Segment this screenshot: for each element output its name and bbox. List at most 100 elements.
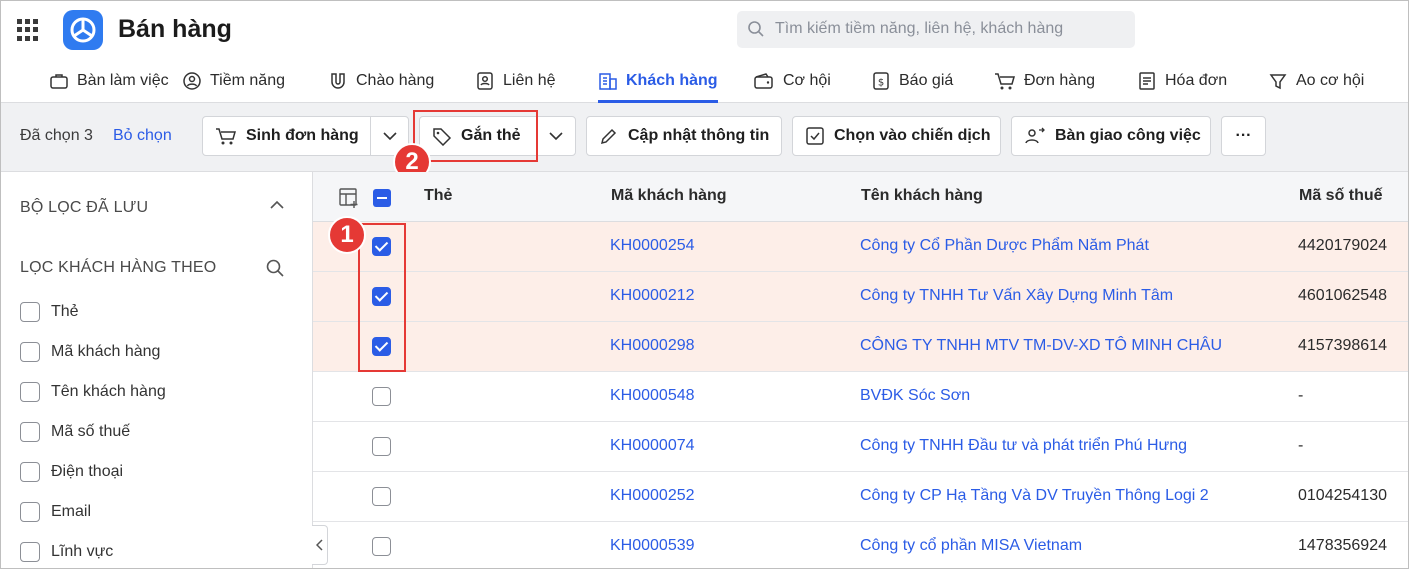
col-tax[interactable]: Mã số thuế xyxy=(1299,187,1383,205)
filter-checkbox[interactable] xyxy=(20,382,40,402)
cell-code[interactable]: KH0000254 xyxy=(610,237,695,255)
cart-icon xyxy=(995,73,1015,90)
cell-code[interactable]: KH0000298 xyxy=(610,337,695,355)
filter-label: Email xyxy=(51,503,92,520)
search-placeholder: Tìm kiếm tiềm năng, liên hệ, khách hàng xyxy=(775,20,1064,37)
customer-table: Thẻ Mã khách hàng Tên khách hàng Mã số t… xyxy=(313,172,1408,568)
cell-tax: 4157398614 xyxy=(1298,337,1387,354)
filter-checkbox[interactable] xyxy=(20,542,40,562)
table-row[interactable]: KH0000539 Công ty cổ phần MISA Vietnam 1… xyxy=(313,522,1408,568)
row-checkbox[interactable] xyxy=(372,387,391,406)
cell-code[interactable]: KH0000212 xyxy=(610,287,695,305)
table-row[interactable]: KH0000298 CÔNG TY TNHH MTV TM-DV-XD TÔ M… xyxy=(313,322,1408,372)
cell-name[interactable]: Công ty Cổ Phần Dược Phẩm Năm Phát xyxy=(860,237,1149,255)
filter-field-tag[interactable]: Thẻ xyxy=(20,302,79,322)
app-window: Bán hàng Tìm kiếm tiềm năng, liên hệ, kh… xyxy=(0,0,1409,569)
nav-item-orders[interactable]: Đơn hàng xyxy=(994,59,1095,103)
checkbox-icon xyxy=(806,127,824,145)
more-actions-button[interactable]: ··· xyxy=(1221,116,1266,156)
cell-name[interactable]: BVĐK Sóc Sơn xyxy=(860,387,970,405)
cell-name[interactable]: Công ty CP Hạ Tầng Và DV Truyền Thông Lo… xyxy=(860,487,1209,505)
filter-checkbox[interactable] xyxy=(20,342,40,362)
nav-label: Bàn làm việc xyxy=(77,72,169,89)
add-to-campaign-button[interactable]: Chọn vào chiến dịch xyxy=(792,116,1001,156)
cell-name[interactable]: Công ty cổ phần MISA Vietnam xyxy=(860,537,1082,555)
cell-code[interactable]: KH0000252 xyxy=(610,487,695,505)
nav-item-opportunities[interactable]: Cơ hội xyxy=(753,59,831,103)
col-code[interactable]: Mã khách hàng xyxy=(611,187,727,205)
nav-item-desk[interactable]: Bàn làm việc xyxy=(49,59,169,103)
cell-name[interactable]: Công ty TNHH Đầu tư và phát triển Phú Hư… xyxy=(860,437,1187,455)
tag-dropdown[interactable] xyxy=(536,116,576,156)
magnet-icon xyxy=(331,73,345,89)
filter-field-tax[interactable]: Mã số thuế xyxy=(20,422,130,442)
svg-text:$: $ xyxy=(878,78,884,89)
contact-card-icon xyxy=(477,72,493,90)
tag-button-highlight xyxy=(413,110,538,162)
cell-code[interactable]: KH0000074 xyxy=(610,437,695,455)
filter-field-code[interactable]: Mã khách hàng xyxy=(20,342,160,362)
nav-label: Liên hệ xyxy=(503,72,556,89)
nav-label: Báo giá xyxy=(899,72,954,89)
chevron-down-icon xyxy=(382,132,397,141)
user-transfer-icon xyxy=(1025,127,1045,144)
nav-item-quotes[interactable]: $ Báo giá xyxy=(871,59,953,103)
column-settings-icon[interactable] xyxy=(338,187,360,209)
chevron-down-icon xyxy=(549,132,563,141)
cell-name[interactable]: Công ty TNHH Tư Vấn Xây Dựng Minh Tâm xyxy=(860,287,1173,305)
filter-label: Mã khách hàng xyxy=(51,343,161,360)
button-label: Cập nhật thông tin xyxy=(628,127,770,144)
cell-name[interactable]: CÔNG TY TNHH MTV TM-DV-XD TÔ MINH CHÂU xyxy=(860,337,1222,355)
col-tag[interactable]: Thẻ xyxy=(424,187,452,205)
nav-label: Chào hàng xyxy=(356,72,435,89)
cell-code[interactable]: KH0000539 xyxy=(610,537,695,555)
funnel-icon xyxy=(1269,74,1287,90)
filter-field-name[interactable]: Tên khách hàng xyxy=(20,382,166,402)
app-title: Bán hàng xyxy=(118,15,232,43)
handover-button[interactable]: Bàn giao công việc xyxy=(1011,116,1211,156)
filter-label: Tên khách hàng xyxy=(51,383,166,400)
filter-checkbox[interactable] xyxy=(20,502,40,522)
filter-checkbox[interactable] xyxy=(20,302,40,322)
nav-item-customers[interactable]: Khách hàng xyxy=(598,59,718,103)
col-name[interactable]: Tên khách hàng xyxy=(861,187,983,205)
create-order-button[interactable]: Sinh đơn hàng xyxy=(202,116,371,156)
nav-item-invoices[interactable]: Hóa đơn xyxy=(1137,59,1227,103)
table-row[interactable]: KH0000252 Công ty CP Hạ Tầng Và DV Truyề… xyxy=(313,472,1408,522)
table-row[interactable]: KH0000254 Công ty Cổ Phần Dược Phẩm Năm … xyxy=(313,222,1408,272)
wallet-icon xyxy=(754,73,773,89)
filter-field-email[interactable]: Email xyxy=(20,502,91,522)
cart-icon xyxy=(216,128,236,145)
cell-code[interactable]: KH0000548 xyxy=(610,387,695,405)
row-checkbox[interactable] xyxy=(372,487,391,506)
button-label: Sinh đơn hàng xyxy=(246,127,359,144)
filter-checkbox[interactable] xyxy=(20,462,40,482)
app-grid-icon[interactable] xyxy=(17,19,39,41)
logo-icon xyxy=(63,10,103,50)
more-icon: ··· xyxy=(1235,127,1252,144)
step-1-badge: 1 xyxy=(328,216,366,254)
select-all-checkbox[interactable] xyxy=(373,189,391,207)
table-row[interactable]: KH0000074 Công ty TNHH Đầu tư và phát tr… xyxy=(313,422,1408,472)
search-icon[interactable] xyxy=(265,258,285,278)
update-info-button[interactable]: Cập nhật thông tin xyxy=(586,116,782,156)
nav-item-leads[interactable]: Tiềm năng xyxy=(182,59,285,103)
nav-item-contacts[interactable]: Liên hệ xyxy=(475,59,556,103)
filter-checkbox[interactable] xyxy=(20,422,40,442)
search-input[interactable]: Tìm kiếm tiềm năng, liên hệ, khách hàng xyxy=(737,11,1135,48)
cell-tax: 1478356924 xyxy=(1298,537,1387,554)
filter-label: Thẻ xyxy=(51,303,79,320)
cell-tax: - xyxy=(1298,437,1304,454)
table-row[interactable]: KH0000548 BVĐK Sóc Sơn - xyxy=(313,372,1408,422)
row-checkbox[interactable] xyxy=(372,437,391,456)
filter-field-phone[interactable]: Điện thoại xyxy=(20,462,123,482)
table-row[interactable]: KH0000212 Công ty TNHH Tư Vấn Xây Dựng M… xyxy=(313,272,1408,322)
nav-item-offers[interactable]: Chào hàng xyxy=(328,59,434,103)
unselect-link[interactable]: Bỏ chọn xyxy=(113,127,172,145)
row-checkbox[interactable] xyxy=(372,537,391,556)
saved-filters-heading[interactable]: BỘ LỌC ĐÃ LƯU xyxy=(20,199,148,217)
chevron-up-icon[interactable] xyxy=(270,200,284,210)
filter-field-industry[interactable]: Lĩnh vực xyxy=(20,542,113,562)
nav-item-pool[interactable]: Ao cơ hội xyxy=(1268,59,1364,103)
collapse-sidebar-button[interactable] xyxy=(312,525,328,565)
